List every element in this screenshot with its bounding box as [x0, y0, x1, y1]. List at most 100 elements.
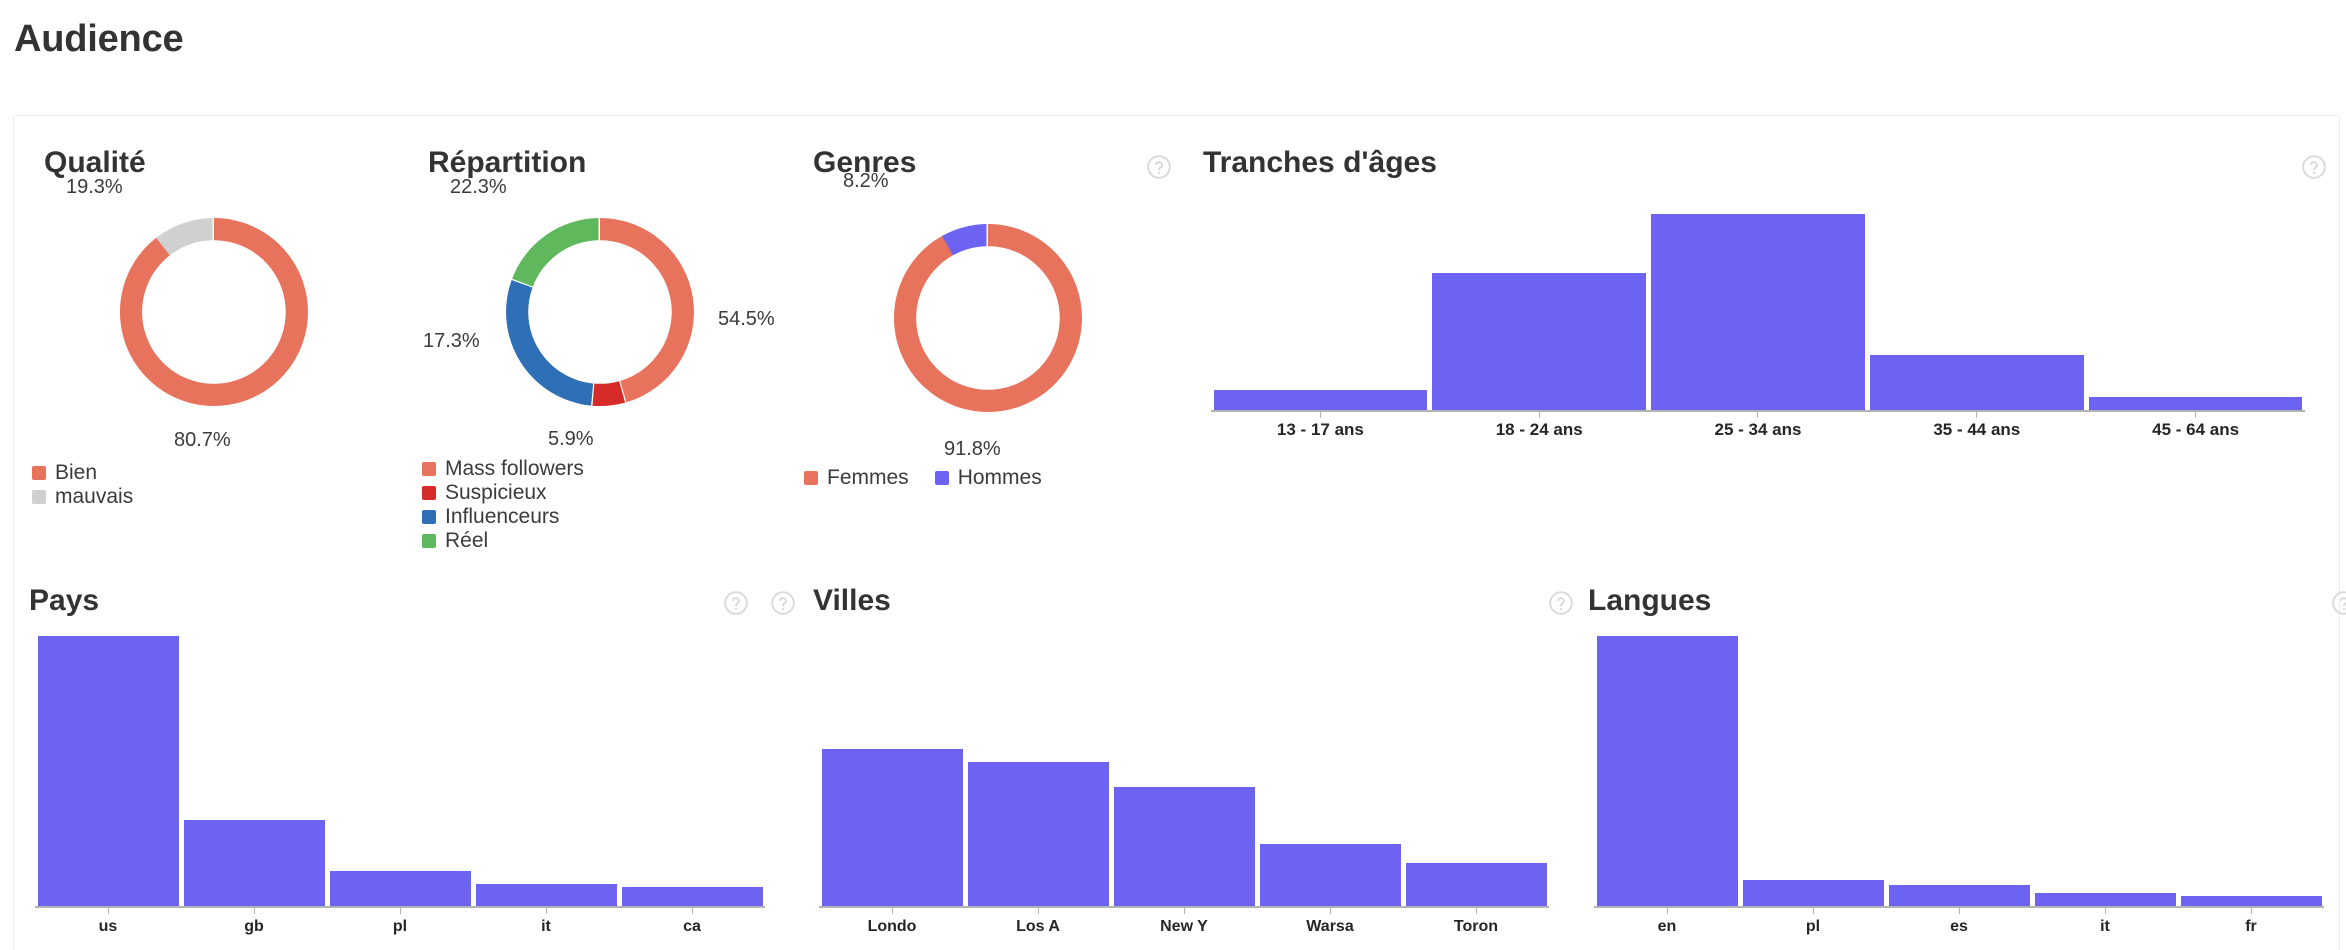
- legend-item[interactable]: Bien: [32, 462, 133, 484]
- help-circle-icon[interactable]: [2301, 154, 2327, 180]
- x-label: es: [1950, 918, 1968, 935]
- donut-slice-suspicieux[interactable]: [592, 381, 626, 406]
- bar-londo[interactable]: [821, 749, 963, 906]
- legend-swatch-femmes: [804, 471, 818, 485]
- legend-item[interactable]: Réel: [422, 530, 584, 552]
- x-label: it: [541, 918, 551, 935]
- x-label: ca: [683, 918, 701, 935]
- bar-us[interactable]: [37, 636, 179, 906]
- x-label: fr: [2245, 918, 2257, 935]
- bar-en[interactable]: [1596, 636, 1738, 906]
- tick: [619, 907, 765, 914]
- help-circle-icon[interactable]: [1548, 590, 1574, 616]
- bar-slot: [1594, 636, 1740, 906]
- panel-langues: Langues en pl es it fr: [1588, 584, 2346, 936]
- x-label: Los A: [1016, 918, 1060, 935]
- repartition-label-top: 22.3%: [450, 176, 507, 198]
- legend-label-bien: Bien: [55, 461, 98, 484]
- legend-item[interactable]: Suspicieux: [422, 482, 584, 504]
- bar-slot: [1867, 214, 2086, 410]
- bar-25-34[interactable]: [1651, 214, 1865, 410]
- tick: [2178, 907, 2324, 914]
- tick: [1430, 411, 1649, 418]
- bar-pl[interactable]: [329, 870, 471, 906]
- bar-slot: [1740, 636, 1886, 906]
- x-label: 45 - 64 ans: [2152, 420, 2240, 439]
- panel-repartition: Répartition 22.3% 54.5% 17.3% 5.9% Mass …: [422, 146, 828, 586]
- x-label: pl: [1805, 918, 1821, 935]
- donut-slice-influenceurs[interactable]: [506, 280, 594, 406]
- legend-label-influenceurs: Influenceurs: [445, 505, 560, 528]
- bar-it[interactable]: [475, 883, 617, 906]
- donut-slice-reel[interactable]: [512, 218, 599, 287]
- x-label: Warsa: [1306, 918, 1354, 935]
- legend-item[interactable]: Influenceurs: [422, 506, 584, 528]
- qualite-label-bottom: 80.7%: [174, 429, 231, 451]
- legend-item[interactable]: Mass followers: [422, 458, 584, 480]
- x-label: us: [98, 918, 118, 935]
- bar-slot: [1257, 636, 1403, 906]
- tick: [2086, 411, 2305, 418]
- bar-slot: [1649, 214, 1868, 410]
- barchart-villes: Londo Los A New Y Warsa Toron: [819, 622, 1549, 935]
- x-label: Londo: [867, 918, 917, 935]
- legend-swatch-suspicieux: [422, 486, 436, 500]
- help-circle-icon[interactable]: [2331, 590, 2346, 616]
- bars-tranches: [1211, 214, 2305, 410]
- tick: [327, 907, 473, 914]
- panel-title-langues: Langues: [1588, 584, 1712, 617]
- legend-qualite: Bien mauvais: [32, 462, 133, 510]
- help-circle-icon[interactable]: [770, 590, 796, 616]
- legend-item[interactable]: Femmes: [804, 467, 909, 489]
- x-label: pl: [392, 918, 408, 935]
- tick: [819, 907, 965, 914]
- donut-slice-femmes[interactable]: [893, 224, 1082, 412]
- x-axis-ticks: [1594, 907, 2324, 914]
- legend-item[interactable]: mauvais: [32, 486, 133, 508]
- legend-item[interactable]: Hommes: [934, 467, 1042, 489]
- bar-45-64[interactable]: [2088, 397, 2303, 410]
- tick: [1257, 907, 1403, 914]
- tick: [1594, 907, 1740, 914]
- legend-swatch-influenceurs: [422, 510, 436, 524]
- bar-warsa[interactable]: [1259, 843, 1401, 906]
- tick: [1740, 907, 1886, 914]
- x-label: 25 - 34 ans: [1714, 420, 1802, 439]
- barchart-tranches: 13 - 17 ans 18 - 24 ans 25 - 34 ans 35 -…: [1211, 194, 2305, 439]
- tick: [35, 907, 181, 914]
- bar-fr[interactable]: [2180, 896, 2322, 906]
- bar-los-a[interactable]: [967, 761, 1109, 906]
- bar-es[interactable]: [1888, 885, 2030, 906]
- x-axis-labels: en pl es it fr: [1594, 918, 2324, 936]
- legend-swatch-reel: [422, 534, 436, 548]
- bar-slot: [1111, 636, 1257, 906]
- bar-toron[interactable]: [1405, 862, 1547, 906]
- panel-title-pays: Pays: [29, 584, 100, 617]
- page-title: Audience: [14, 18, 184, 60]
- bar-18-24[interactable]: [1432, 272, 1647, 410]
- bar-13-17[interactable]: [1213, 390, 1428, 410]
- donut-slice-bien[interactable]: [119, 218, 308, 406]
- audience-dashboard: Audience Qualité 19.3% 80.7% Bien mauvai…: [0, 0, 2346, 950]
- bar-slot: [1886, 636, 2032, 906]
- help-circle-icon[interactable]: [1146, 154, 1172, 180]
- help-circle-icon[interactable]: [723, 590, 749, 616]
- panel-pays: Pays us gb pl it ca: [29, 584, 795, 935]
- bar-slot: [2032, 636, 2178, 906]
- panel-title-villes: Villes: [813, 584, 891, 617]
- donut-slice-mass-followers[interactable]: [600, 218, 694, 403]
- donut-qualite: [110, 208, 318, 416]
- tick: [1886, 907, 2032, 914]
- bar-ca[interactable]: [621, 886, 763, 906]
- bar-slot: [2178, 636, 2324, 906]
- x-axis-labels: Londo Los A New Y Warsa Toron: [819, 918, 1549, 936]
- legend-swatch-hommes: [934, 471, 949, 485]
- bar-it[interactable]: [2034, 893, 2176, 906]
- bar-gb[interactable]: [183, 819, 325, 906]
- repartition-label-left: 17.3%: [423, 330, 480, 352]
- bar-slot: [327, 636, 473, 906]
- bar-pl[interactable]: [1742, 880, 1884, 906]
- bar-new-y[interactable]: [1113, 787, 1255, 906]
- panel-title-repartition: Répartition: [428, 146, 587, 179]
- bar-35-44[interactable]: [1869, 355, 2084, 410]
